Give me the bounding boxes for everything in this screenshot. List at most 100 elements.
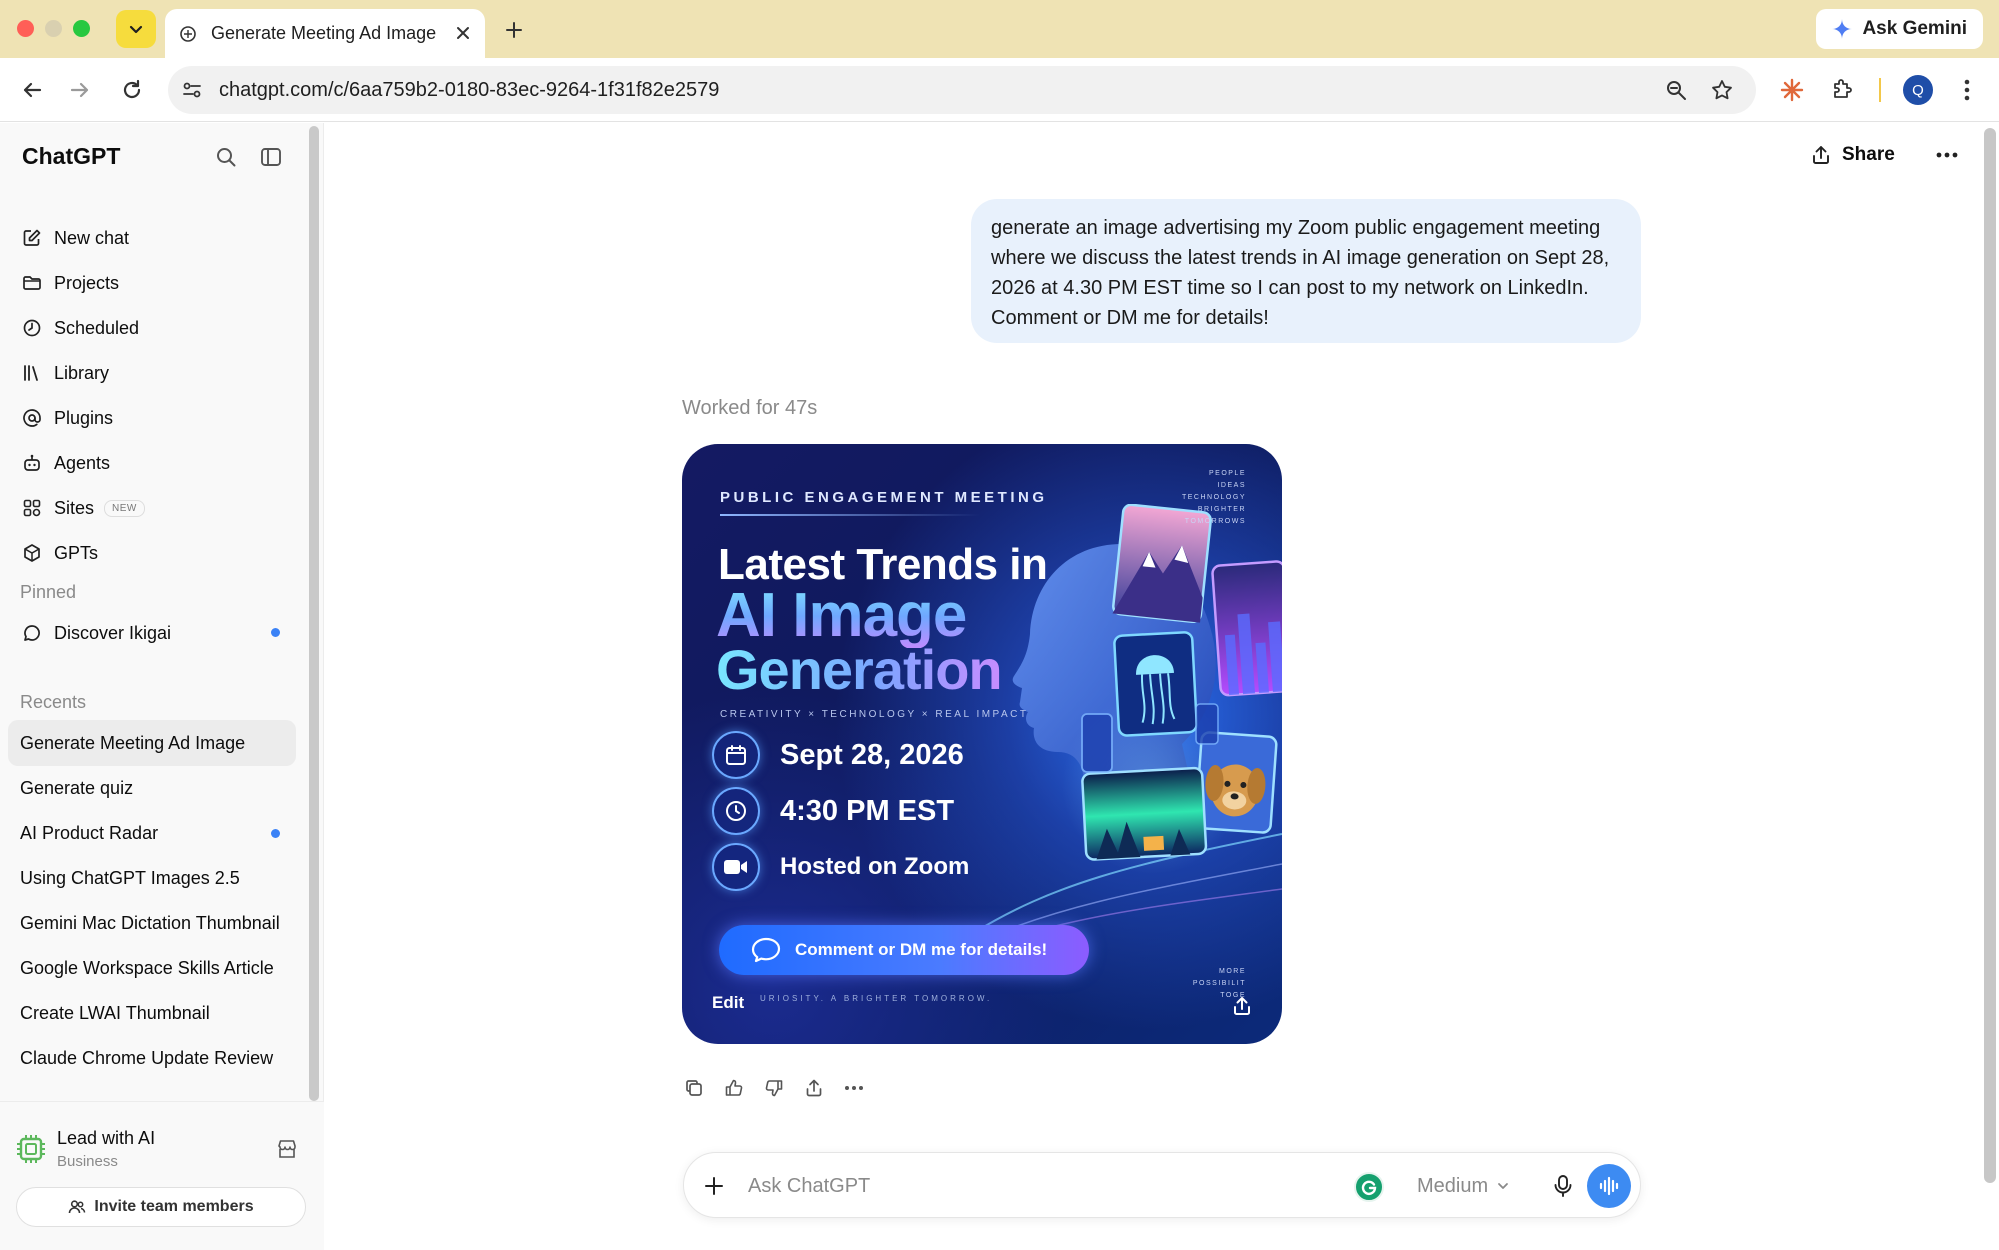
bookmark-star-icon[interactable] — [1710, 78, 1734, 102]
ad-time-row: 4:30 PM EST — [712, 786, 954, 836]
recent-chat-item[interactable]: Using ChatGPT Images 2.5 — [8, 855, 296, 901]
browser-tab-bar: Generate Meeting Ad Image Ask Gemini — [0, 0, 1999, 58]
generated-ad-image[interactable]: PEOPLE IDEAS TECHNOLOGY BRIGHTER TOMORRO… — [682, 444, 1282, 1044]
invite-team-button[interactable]: Invite team members — [16, 1187, 306, 1227]
ad-date-row: Sept 28, 2026 — [712, 730, 964, 780]
brand-title[interactable]: ChatGPT — [22, 143, 120, 170]
microphone-icon — [1554, 1175, 1572, 1197]
copy-button[interactable] — [682, 1076, 706, 1100]
thumbs-up-icon — [725, 1079, 743, 1096]
extensions-puzzle-icon[interactable] — [1826, 74, 1858, 106]
main-scrollbar[interactable] — [1984, 128, 1996, 1183]
ad-kicker-underline — [720, 514, 980, 516]
share-message-button[interactable] — [802, 1076, 826, 1100]
claude-extension-icon[interactable] — [1776, 74, 1808, 106]
browser-tab-active[interactable]: Generate Meeting Ad Image — [165, 9, 485, 58]
profile-avatar[interactable]: Q — [1903, 75, 1933, 105]
ad-cta-pill: Comment or DM me for details! — [719, 925, 1089, 975]
recent-chat-item[interactable]: Gemini Mac Dictation Thumbnail — [8, 900, 296, 946]
nav-agents[interactable]: Agents — [8, 443, 296, 483]
unread-dot — [271, 829, 280, 838]
library-icon — [20, 361, 44, 385]
worked-for-status[interactable]: Worked for 47s — [682, 397, 817, 420]
conversation-options-button[interactable] — [1932, 140, 1962, 170]
nav-scheduled[interactable]: Scheduled — [8, 308, 296, 348]
edit-image-button[interactable]: Edit — [712, 993, 744, 1013]
new-badge: NEW — [104, 499, 145, 517]
ad-tagline: CREATIVITY × TECHNOLOGY × REAL IMPACT — [720, 709, 1029, 720]
thumbs-down-button[interactable] — [762, 1076, 786, 1100]
workspace-name[interactable]: Lead with AI — [57, 1128, 155, 1149]
workspace-switcher-button[interactable] — [274, 1136, 300, 1162]
thumbs-up-button[interactable] — [722, 1076, 746, 1100]
recent-chat-label: AI Product Radar — [20, 822, 159, 843]
sidebar-scrollbar[interactable] — [309, 126, 319, 1101]
add-attachment-button[interactable] — [700, 1172, 728, 1200]
plus-icon — [705, 1177, 723, 1195]
tab-search-button[interactable] — [116, 10, 156, 48]
ask-gemini-button[interactable]: Ask Gemini — [1816, 9, 1983, 49]
forward-button[interactable] — [64, 74, 96, 106]
ask-gemini-label: Ask Gemini — [1862, 18, 1967, 39]
ad-date: Sept 28, 2026 — [780, 738, 964, 771]
nav-gpts[interactable]: GPTs — [8, 533, 296, 573]
nav-label: Sites — [54, 497, 95, 518]
prompt-input[interactable] — [748, 1169, 1308, 1203]
more-actions-button[interactable] — [842, 1076, 866, 1100]
zoom-icon[interactable] — [1664, 78, 1688, 102]
folder-icon — [20, 271, 44, 295]
search-chats-button[interactable] — [212, 143, 240, 171]
tab-close-button[interactable] — [453, 23, 473, 43]
model-selector[interactable]: Medium — [1417, 1173, 1510, 1199]
pinned-item[interactable]: Discover Ikigai — [8, 613, 296, 653]
pinned-section-label: Pinned — [20, 582, 77, 602]
recent-chat-item[interactable]: Create LWAI Thumbnail — [8, 990, 296, 1036]
browser-menu-button[interactable] — [1951, 74, 1983, 106]
reload-button[interactable] — [116, 74, 148, 106]
window-minimize-button[interactable] — [45, 20, 62, 37]
sidebar-footer: Lead with AI Business Invite team member… — [0, 1101, 324, 1250]
nav-label: Projects — [54, 272, 120, 293]
nav-new-chat[interactable]: New chat — [8, 218, 296, 258]
ad-side-line: MORE — [1219, 968, 1246, 975]
window-maximize-button[interactable] — [73, 20, 90, 37]
edit-icon — [20, 226, 44, 250]
nav-label: New chat — [54, 227, 130, 248]
ad-side-line: TECHNOLOGY — [1181, 494, 1246, 501]
nav-label: Plugins — [54, 407, 114, 428]
back-button[interactable] — [16, 74, 48, 106]
image-share-button[interactable] — [1228, 992, 1256, 1020]
new-tab-button[interactable] — [500, 16, 528, 44]
workspace-plan: Business — [57, 1153, 118, 1170]
recent-chat-item[interactable]: AI Product Radar — [8, 810, 296, 856]
recent-chat-item[interactable]: Claude Chrome Update Review — [8, 1035, 296, 1081]
nav-label: Agents — [54, 452, 111, 473]
toggle-sidebar-button[interactable] — [257, 143, 285, 171]
nav-sites[interactable]: Sites NEW — [8, 488, 296, 528]
kebab-menu-icon — [1964, 79, 1970, 101]
dictate-button[interactable] — [1550, 1173, 1576, 1199]
recent-chat-item[interactable]: Google Workspace Skills Article — [8, 945, 296, 991]
arrow-left-icon — [23, 82, 42, 98]
ad-time: 4:30 PM EST — [780, 794, 955, 827]
nav-plugins[interactable]: Plugins — [8, 398, 296, 438]
store-icon — [278, 1140, 296, 1158]
grammarly-icon[interactable] — [1354, 1172, 1384, 1202]
recent-chat-item[interactable]: Generate quiz — [8, 765, 296, 811]
copy-icon — [686, 1080, 702, 1096]
invite-label: Invite team members — [94, 1198, 254, 1215]
user-message-bubble: generate an image advertising my Zoom pu… — [971, 199, 1641, 343]
message-actions — [682, 1076, 866, 1100]
clock-icon — [712, 787, 760, 835]
close-icon — [457, 27, 469, 39]
voice-mode-button[interactable] — [1587, 1164, 1631, 1208]
thumbs-down-icon — [765, 1080, 783, 1097]
site-info-icon[interactable] — [180, 78, 204, 102]
recent-chat-item[interactable]: Generate Meeting Ad Image — [8, 720, 296, 766]
address-bar[interactable]: chatgpt.com/c/6aa759b2-0180-83ec-9264-1f… — [168, 66, 1756, 114]
ad-host: Hosted on Zoom — [780, 853, 970, 880]
nav-library[interactable]: Library — [8, 353, 296, 393]
share-button[interactable]: Share — [1810, 138, 1895, 172]
window-close-button[interactable] — [17, 20, 34, 37]
nav-projects[interactable]: Projects — [8, 263, 296, 303]
